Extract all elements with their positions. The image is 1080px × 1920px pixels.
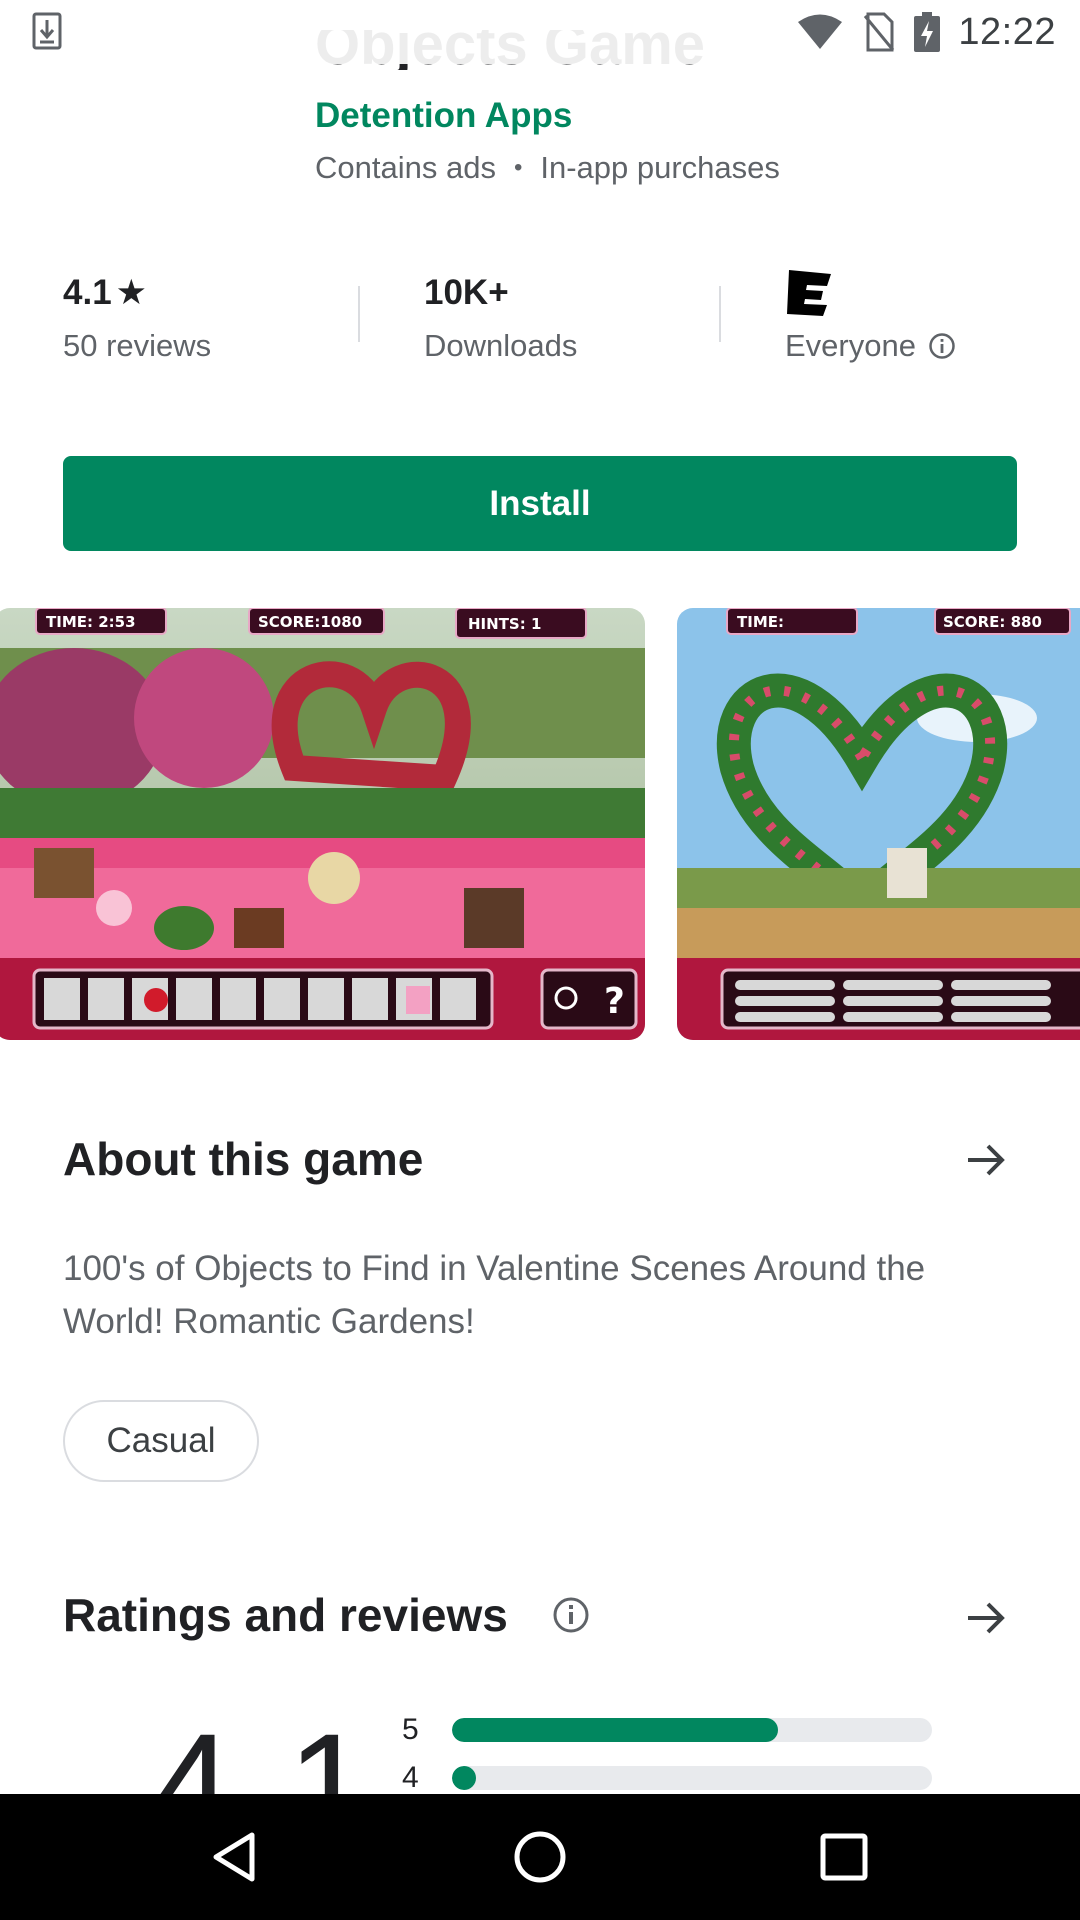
bar-fill: [452, 1766, 476, 1790]
rating-stat[interactable]: 4.1 ★ 50 reviews: [63, 268, 211, 364]
screenshot-carousel[interactable]: ? TIME: 2:53 SCORE:1080 HINTS: 1 TIME: S…: [0, 608, 1080, 1040]
screenshot-1[interactable]: ? TIME: 2:53 SCORE:1080 HINTS: 1: [0, 608, 645, 1040]
stats-divider: [358, 286, 360, 342]
app-meta: Contains ads • In-app purchases: [315, 150, 780, 186]
ratings-heading-row: Ratings and reviews: [63, 1588, 590, 1642]
rating-bar-5: 5: [402, 1712, 932, 1748]
svg-text:?: ?: [604, 981, 625, 1022]
meta-separator: •: [513, 154, 523, 181]
wifi-icon: [798, 14, 843, 49]
stats-row: 4.1 ★ 50 reviews 10K+ Downloads Everyone: [0, 268, 1080, 368]
battery-charging-icon: [914, 12, 941, 52]
arrow-right-icon[interactable]: [962, 1594, 1010, 1642]
info-icon[interactable]: [552, 1596, 590, 1634]
status-bar: 12:22: [0, 0, 1080, 64]
category-chip[interactable]: Casual: [63, 1400, 259, 1482]
bar-track: [452, 1766, 932, 1790]
rating-bar-4: 4: [402, 1760, 932, 1796]
rating-value: 4.1: [63, 273, 112, 312]
hud-score: SCORE: 880: [943, 613, 1042, 631]
star-icon: ★: [115, 273, 148, 312]
average-rating: 4.1: [150, 1702, 350, 1794]
esrb-everyone-icon: [787, 270, 831, 316]
in-app-purchases-label: In-app purchases: [540, 150, 780, 185]
stats-divider: [719, 286, 721, 342]
content-rating-label: Everyone: [785, 328, 916, 363]
bar-fill: [452, 1718, 779, 1742]
downloads-stat: 10K+ Downloads: [424, 268, 577, 364]
back-icon[interactable]: [206, 1827, 266, 1887]
developer-link[interactable]: Detention Apps: [315, 96, 572, 136]
download-icon: [32, 12, 62, 50]
hud-time: TIME:: [737, 613, 784, 631]
arrow-right-icon[interactable]: [962, 1136, 1010, 1184]
home-icon[interactable]: [510, 1827, 570, 1887]
no-sim-icon: [864, 12, 895, 52]
about-heading: About this game: [63, 1133, 424, 1185]
recents-icon[interactable]: [814, 1827, 874, 1887]
hud-score: SCORE:1080: [258, 613, 362, 631]
hud-hints: HINTS: 1: [468, 615, 541, 633]
hud-time: TIME: 2:53: [46, 613, 136, 631]
system-nav-bar: [0, 1794, 1080, 1920]
install-button[interactable]: Install: [63, 456, 1017, 551]
clock: 12:22: [958, 10, 1056, 53]
reviews-count: 50 reviews: [63, 328, 212, 363]
screenshot-2[interactable]: TIME: SCORE: 880: [677, 608, 1080, 1040]
bar-label: 5: [402, 1713, 419, 1746]
info-icon[interactable]: [928, 332, 956, 360]
downloads-value: 10K+: [424, 273, 509, 312]
contains-ads-label: Contains ads: [315, 150, 496, 185]
ratings-heading: Ratings and reviews: [63, 1589, 508, 1641]
downloads-label: Downloads: [424, 328, 578, 363]
bar-track: [452, 1718, 932, 1742]
app-description: 100's of Objects to Find in Valentine Sc…: [63, 1249, 926, 1341]
content-rating-stat[interactable]: Everyone: [785, 268, 956, 364]
bar-label: 4: [402, 1761, 419, 1794]
